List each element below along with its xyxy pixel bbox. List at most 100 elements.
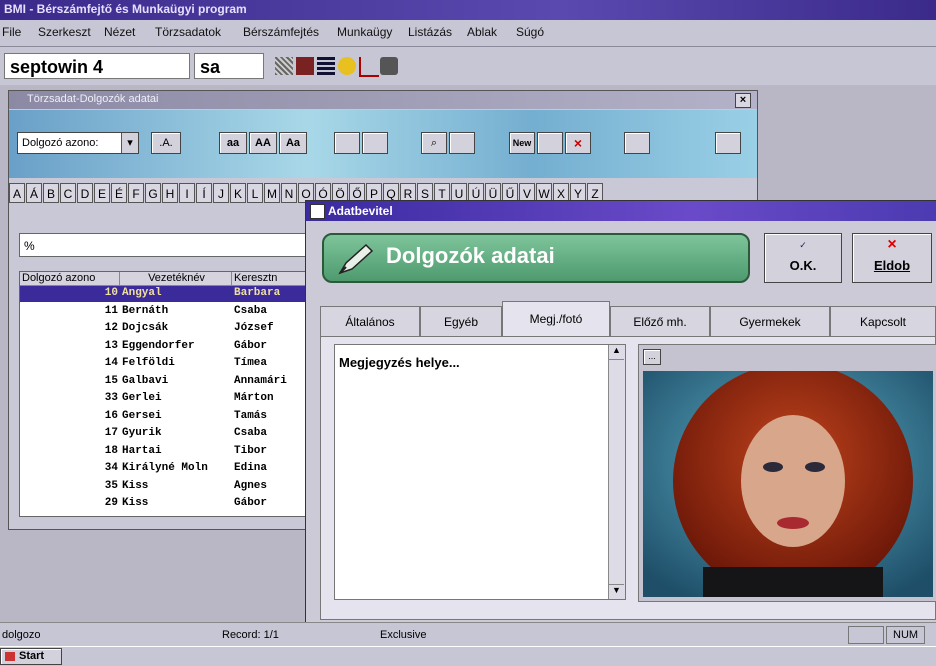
start-button[interactable]: Start — [0, 648, 62, 665]
table-row[interactable]: 13 Eggendorfer Gábor — [20, 339, 310, 355]
app-title-bar: BMI - Bérszámfejtő és Munkaügyi program — [0, 0, 936, 20]
table-row[interactable]: 10 Angyal Barbara — [20, 286, 310, 302]
menu-nezet[interactable]: Nézet — [104, 25, 135, 39]
table-row[interactable]: 29 Kiss Gábor — [20, 496, 310, 512]
column-header-firstname[interactable]: Keresztn — [232, 272, 310, 286]
table-cell-last: Hartai — [122, 444, 162, 457]
card-icon[interactable] — [296, 57, 314, 75]
letter-button-4[interactable]: D — [77, 183, 93, 203]
table-row[interactable]: 33 Gerlei Márton — [20, 391, 310, 407]
table-row[interactable]: 12 Dojcsák József — [20, 321, 310, 337]
copy-record-icon[interactable] — [537, 132, 563, 154]
form-view-icon[interactable] — [334, 132, 360, 154]
column-header-lastname[interactable]: Vezetéknév — [120, 272, 232, 286]
printer-icon[interactable] — [380, 57, 398, 75]
letter-button-11[interactable]: Í — [196, 183, 212, 203]
letter-button-10[interactable]: I — [179, 183, 195, 203]
scroll-up-icon[interactable]: ▲ — [609, 345, 624, 360]
sort-select[interactable]: Dolgozó azono: ▾ — [17, 132, 139, 154]
letter-button-9[interactable]: H — [162, 183, 178, 203]
notes-scrollbar[interactable]: ▲ ▼ — [608, 345, 625, 599]
smiley-icon[interactable] — [338, 57, 356, 75]
dialog-title-bar: Adatbevitel — [306, 201, 936, 221]
windows-logo-icon — [5, 652, 15, 661]
letter-button-0[interactable]: A — [9, 183, 25, 203]
titlecase-button[interactable]: Aa — [279, 132, 307, 154]
chart-icon[interactable] — [359, 57, 379, 77]
new-record-icon[interactable]: New — [509, 132, 535, 154]
menu-sugo[interactable]: Súgó — [516, 25, 544, 39]
cancel-label: Eldob — [873, 258, 911, 273]
database-field[interactable]: septowin 4 — [4, 53, 190, 79]
letter-button-13[interactable]: K — [230, 183, 246, 203]
table-row[interactable]: 17 Gyurik Csaba — [20, 426, 310, 442]
search-next-icon[interactable] — [449, 132, 475, 154]
table-row[interactable]: 14 Felföldi Tímea — [20, 356, 310, 372]
letter-button-12[interactable]: J — [213, 183, 229, 203]
menu-ablak[interactable]: Ablak — [467, 25, 497, 39]
app-title: BMI - Bérszámfejtő és Munkaügyi program — [4, 2, 247, 16]
letter-button-8[interactable]: G — [145, 183, 161, 203]
table-row[interactable]: 34 Királyné Moln Edina — [20, 461, 310, 477]
menu-file[interactable]: File — [2, 25, 21, 39]
close-icon[interactable]: × — [735, 93, 751, 108]
user-field[interactable]: sa — [194, 53, 264, 79]
letter-button-6[interactable]: É — [111, 183, 127, 203]
letter-button-7[interactable]: F — [128, 183, 144, 203]
delete-record-icon[interactable]: × — [565, 132, 591, 154]
lowercase-button[interactable]: aa — [219, 132, 247, 154]
tab-kapcsolt[interactable]: Kapcsolt — [830, 306, 936, 336]
menu-szerkeszt[interactable]: Szerkeszt — [38, 25, 91, 39]
main-toolbar: septowin 4 sa — [0, 47, 936, 85]
browse-photo-button[interactable]: ... — [643, 349, 661, 365]
close-icon: × — [887, 236, 897, 253]
grid-icon[interactable] — [275, 57, 293, 75]
tab-egyeb[interactable]: Egyéb — [420, 306, 502, 336]
dialog-title: Adatbevitel — [328, 204, 393, 218]
column-header-id[interactable]: Dolgozó azono — [20, 272, 120, 286]
table-row[interactable]: 16 Gersei Tamás — [20, 409, 310, 425]
menu-munkaugy[interactable]: Munkaügy — [337, 25, 392, 39]
tab-elozo-mh[interactable]: Előző mh. — [610, 306, 710, 336]
table-view-icon[interactable] — [362, 132, 388, 154]
letter-button-1[interactable]: Á — [26, 183, 42, 203]
letter-button-16[interactable]: N — [281, 183, 297, 203]
menu-torzsadatok[interactable]: Törzsadatok — [155, 25, 221, 39]
notes-textarea[interactable]: Megjegyzés helye... ▲ ▼ — [334, 344, 626, 600]
notes-text: Megjegyzés helye... — [339, 355, 460, 370]
letter-button-14[interactable]: L — [247, 183, 263, 203]
filter-input[interactable]: % — [19, 233, 309, 257]
tab-gyermekek[interactable]: Gyermekek — [710, 306, 830, 336]
binoculars-icon[interactable]: ⌕ — [421, 132, 447, 154]
dialog-banner-title: Dolgozók adatai — [386, 243, 555, 268]
table-cell-id: 33 — [104, 392, 118, 404]
ellipsis-button[interactable]: .A. — [151, 132, 181, 154]
cancel-button[interactable]: × Eldob — [852, 233, 932, 283]
menu-listazas[interactable]: Listázás — [408, 25, 452, 39]
status-caps — [848, 626, 884, 644]
letter-button-2[interactable]: B — [43, 183, 59, 203]
letter-button-15[interactable]: M — [264, 183, 280, 203]
letter-button-5[interactable]: E — [94, 183, 110, 203]
table-row[interactable]: 18 Hartai Tibor — [20, 444, 310, 460]
table-row[interactable]: 11 Bernáth Csaba — [20, 304, 310, 320]
uppercase-button[interactable]: AA — [249, 132, 277, 154]
scroll-down-icon[interactable]: ▼ — [609, 584, 624, 599]
table-cell-first: Barbara — [234, 287, 281, 299]
table-cell-last: Felföldi — [122, 357, 175, 369]
printer-icon[interactable] — [624, 132, 650, 154]
chevron-down-icon[interactable]: ▾ — [121, 133, 138, 153]
ok-button[interactable]: ✓ O.K. — [764, 233, 842, 283]
table-cell-first: Ágnes — [234, 479, 268, 492]
tab-megj-foto[interactable]: Megj./fotó — [502, 301, 610, 337]
exit-icon[interactable] — [715, 132, 741, 154]
table-cell-id: 10 — [104, 287, 118, 299]
table-cell-last: Bernáth — [122, 304, 169, 317]
table-cell-id: 34 — [104, 462, 118, 474]
table-row[interactable]: 35 Kiss Ágnes — [20, 479, 310, 495]
list-icon[interactable] — [317, 57, 335, 75]
menu-berszamfejtes[interactable]: Bérszámfejtés — [243, 25, 319, 39]
table-row[interactable]: 15 Galbavi Annamári — [20, 374, 310, 390]
tab-altalanos[interactable]: Általános — [320, 306, 420, 336]
letter-button-3[interactable]: C — [60, 183, 76, 203]
